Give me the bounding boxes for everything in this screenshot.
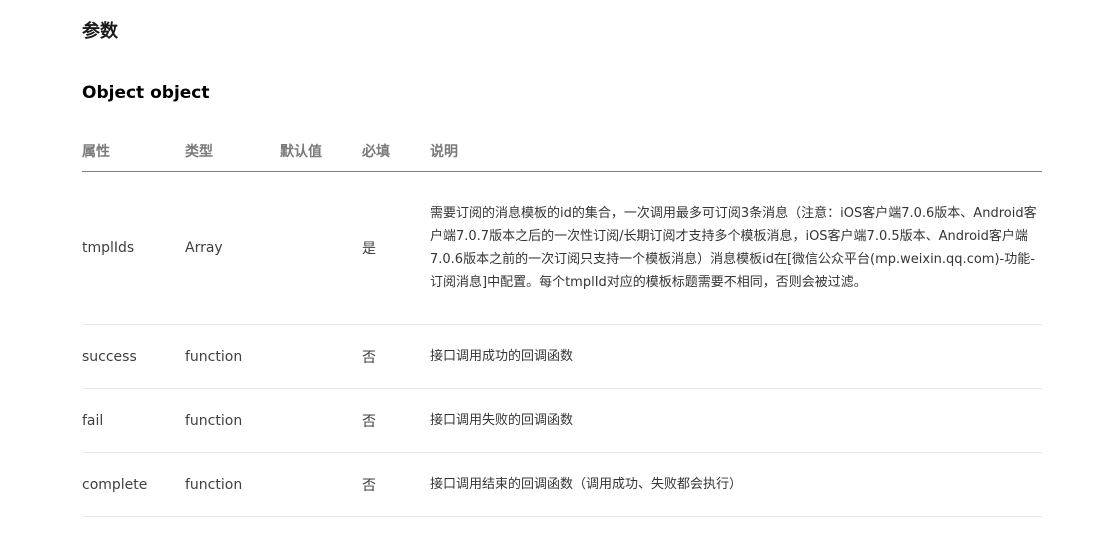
cell-type: Array [185,171,280,325]
cell-default [280,324,362,389]
table-row: fail function 否 接口调用失败的回调函数 [82,388,1042,453]
cell-description: 接口调用失败的回调函数 [430,388,1042,453]
object-title: Object object [82,83,210,103]
header-type: 类型 [185,131,280,172]
cell-description: 接口调用成功的回调函数 [430,324,1042,389]
cell-property: tmplIds [82,171,185,325]
cell-description: 需要订阅的消息模板的id的集合，一次调用最多可订阅3条消息（注意：iOS客户端7… [430,171,1042,325]
cell-default [280,171,362,325]
cell-required: 否 [362,388,430,453]
cell-required: 否 [362,324,430,389]
cell-type: function [185,388,280,453]
table-header-row: 属性 类型 默认值 必填 说明 [82,131,1042,172]
table-row: success function 否 接口调用成功的回调函数 [82,324,1042,389]
cell-default [280,388,362,453]
header-description: 说明 [430,131,1042,172]
header-default: 默认值 [280,131,362,172]
header-required: 必填 [362,131,430,172]
cell-required: 否 [362,452,430,517]
cell-description: 接口调用结束的回调函数（调用成功、失败都会执行） [430,452,1042,517]
cell-default [280,452,362,517]
cell-property: fail [82,388,185,453]
cell-property: complete [82,452,185,517]
cell-property: success [82,324,185,389]
table-row: complete function 否 接口调用结束的回调函数（调用成功、失败都… [82,452,1042,517]
section-title: 参数 [82,21,118,42]
params-table: 属性 类型 默认值 必填 说明 tmplIds Array 是 需要订阅的消息模… [82,131,1042,517]
header-property: 属性 [82,131,185,172]
cell-type: function [185,452,280,517]
cell-required: 是 [362,171,430,325]
cell-type: function [185,324,280,389]
table-row: tmplIds Array 是 需要订阅的消息模板的id的集合，一次调用最多可订… [82,171,1042,325]
